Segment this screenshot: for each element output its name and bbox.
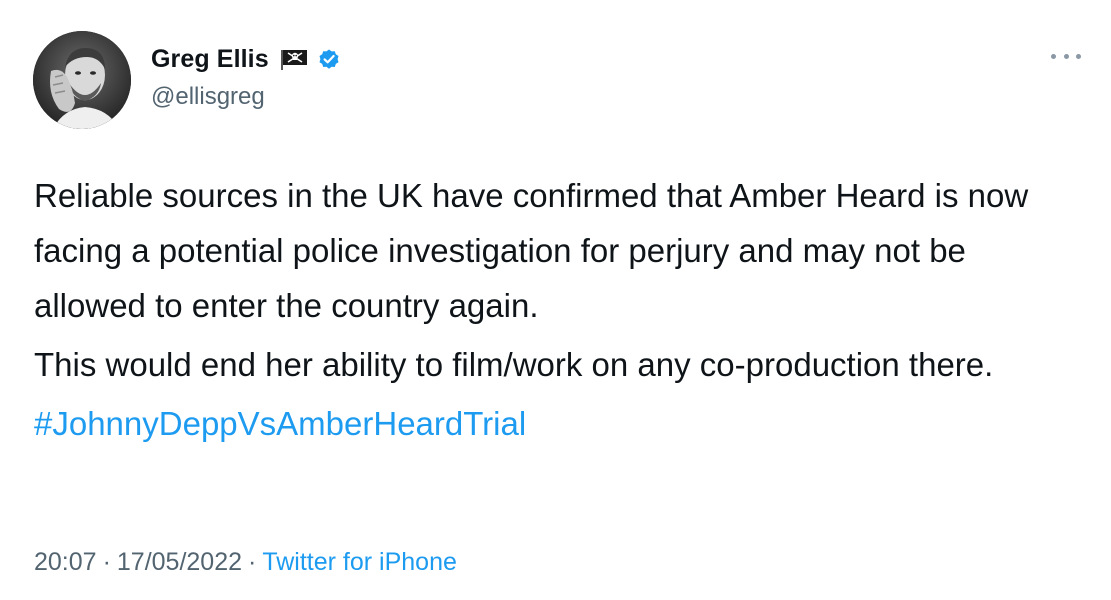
author-display-name[interactable]: Greg Ellis bbox=[151, 41, 269, 77]
tweet-time[interactable]: 20:07 bbox=[34, 548, 97, 576]
tweet-date[interactable]: 17/05/2022 bbox=[117, 548, 242, 576]
avatar[interactable] bbox=[33, 31, 131, 129]
tweet-paragraph-1: Reliable sources in the UK have confirme… bbox=[34, 177, 1029, 324]
author-handle[interactable]: @ellisgreg bbox=[151, 81, 265, 113]
tweet-metadata: 20:07 · 17/05/2022 · Twitter for iPhone bbox=[34, 542, 457, 582]
pirate-flag-icon bbox=[279, 48, 309, 70]
hashtag-link[interactable]: #JohnnyDeppVsAmberHeardTrial bbox=[34, 405, 526, 442]
meta-separator: · bbox=[248, 548, 257, 576]
tweet-card: Greg Ellis @ellisgreg Reliable sources i… bbox=[0, 0, 1111, 600]
meta-separator: · bbox=[102, 548, 111, 576]
more-dots-icon bbox=[1051, 53, 1056, 59]
tweet-paragraph-2: This would end her ability to film/work … bbox=[34, 346, 994, 383]
tweet-source-link[interactable]: Twitter for iPhone bbox=[262, 548, 457, 576]
verified-badge-icon bbox=[317, 47, 341, 71]
tweet-text: Reliable sources in the UK have confirme… bbox=[34, 168, 1084, 455]
author-name-row: Greg Ellis bbox=[151, 41, 341, 77]
more-options-button[interactable] bbox=[1051, 46, 1081, 66]
